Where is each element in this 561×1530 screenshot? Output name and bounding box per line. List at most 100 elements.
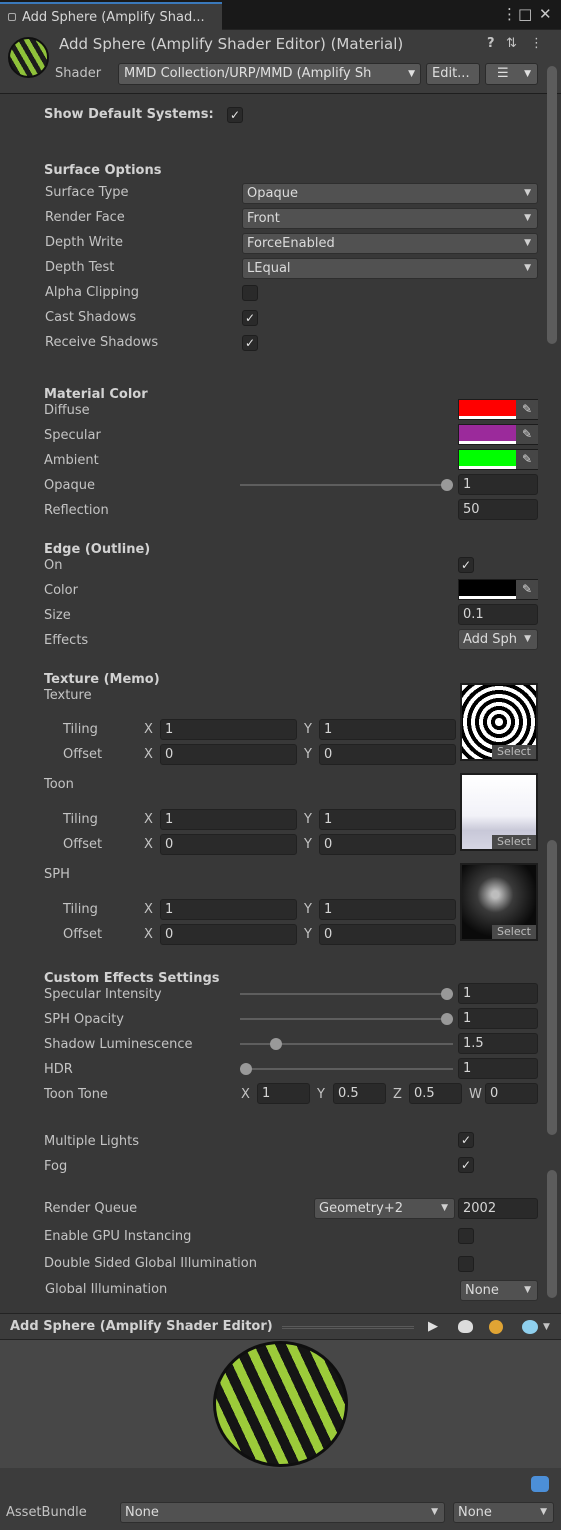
presets-icon[interactable]: ⇅ <box>506 36 517 52</box>
multiple-lights-checkbox[interactable]: ✓ <box>458 1132 474 1148</box>
background-sphere-icon[interactable] <box>522 1320 538 1334</box>
preview-drag-handle[interactable] <box>282 1326 414 1329</box>
texture-tiling-x[interactable]: 1 <box>160 719 297 740</box>
label-tag-icon[interactable] <box>531 1476 549 1492</box>
hdr-knob[interactable] <box>240 1063 252 1075</box>
material-thumbnail <box>8 37 49 78</box>
chevron-down-icon: ▼ <box>524 238 531 248</box>
toon-tone-w-label: W <box>469 1087 482 1102</box>
alpha-bar <box>459 416 516 419</box>
context-menu-icon[interactable]: ⋮ <box>530 36 543 52</box>
sph-slot[interactable]: Select <box>460 863 538 941</box>
edit-shader-button[interactable]: Edit... <box>426 63 480 85</box>
toon-offset-x[interactable]: 0 <box>160 834 297 855</box>
texture-offset-y[interactable]: 0 <box>319 744 456 765</box>
play-icon[interactable]: ▶ <box>428 1319 438 1335</box>
surface-type-dropdown[interactable]: Opaque ▼ <box>242 183 538 204</box>
opaque-field[interactable]: 1 <box>458 474 538 495</box>
depth-write-dropdown[interactable]: ForceEnabled ▼ <box>242 233 538 254</box>
gpu-instancing-checkbox[interactable] <box>458 1228 474 1244</box>
texture-offset-x[interactable]: 0 <box>160 744 297 765</box>
shader-list-button[interactable]: ☰ ▼ <box>485 63 538 85</box>
chevron-down-icon: ▼ <box>441 1203 448 1213</box>
specular-intensity-track[interactable] <box>240 993 453 995</box>
shadow-luminescence-knob[interactable] <box>270 1038 283 1050</box>
list-icon: ☰ <box>497 66 509 81</box>
cast-shadows-label: Cast Shadows <box>45 310 137 325</box>
texture-tiling-y[interactable]: 1 <box>319 719 456 740</box>
toon-label: Toon <box>44 777 74 792</box>
asset-bundle-dropdown[interactable]: None ▼ <box>120 1502 445 1523</box>
chevron-down-icon: ▼ <box>524 188 531 198</box>
edge-color-field[interactable]: ✎ <box>458 579 538 600</box>
alpha-clipping-checkbox[interactable] <box>242 285 258 301</box>
hdr-track[interactable] <box>240 1068 453 1070</box>
hdr-field[interactable]: 1 <box>458 1058 538 1079</box>
specular-intensity-field[interactable]: 1 <box>458 983 538 1004</box>
toon-tiling-y[interactable]: 1 <box>319 809 456 830</box>
reflection-field[interactable]: 50 <box>458 499 538 520</box>
scrollbar-thumb-bottom[interactable] <box>547 1170 557 1298</box>
show-default-systems-checkbox[interactable]: ✓ <box>227 107 243 123</box>
sph-offset-x[interactable]: 0 <box>160 924 297 945</box>
toon-tone-y[interactable]: 0.5 <box>333 1083 386 1104</box>
chevron-down-icon[interactable]: ▼ <box>543 1319 550 1335</box>
depth-test-dropdown[interactable]: LEqual ▼ <box>242 258 538 279</box>
eyedropper-icon[interactable]: ✎ <box>516 450 538 469</box>
maximize-icon[interactable]: □ <box>518 6 532 22</box>
toon-tone-x[interactable]: 1 <box>257 1083 310 1104</box>
cast-shadows-checkbox[interactable]: ✓ <box>242 310 258 326</box>
asset-bundle-variant-dropdown[interactable]: None ▼ <box>453 1502 554 1523</box>
specular-color-field[interactable]: ✎ <box>458 424 538 445</box>
effects-dropdown[interactable]: Add Sph ▼ <box>458 629 538 650</box>
sph-opacity-knob[interactable] <box>441 1013 453 1025</box>
toon-select-button[interactable]: Select <box>492 835 536 849</box>
toon-tiling-x[interactable]: 1 <box>160 809 297 830</box>
fog-checkbox[interactable]: ✓ <box>458 1157 474 1173</box>
preview-mesh-icon[interactable] <box>458 1320 473 1333</box>
eyedropper-icon[interactable]: ✎ <box>516 400 538 419</box>
tab-inspector[interactable]: Add Sphere (Amplify Shad... <box>0 2 222 30</box>
help-icon[interactable]: ? <box>487 36 495 52</box>
close-icon[interactable]: ✕ <box>539 6 552 22</box>
shader-value: MMD Collection/URP/MMD (Amplify Sh <box>124 66 372 81</box>
global-illumination-dropdown[interactable]: None ▼ <box>460 1280 538 1301</box>
edge-size-field[interactable]: 0.1 <box>458 604 538 625</box>
sph-offset-y[interactable]: 0 <box>319 924 456 945</box>
toon-slot[interactable]: Select <box>460 773 538 851</box>
x-label: X <box>144 902 153 917</box>
render-face-dropdown[interactable]: Front ▼ <box>242 208 538 229</box>
toon-tone-y-label: Y <box>317 1087 325 1102</box>
receive-shadows-checkbox[interactable]: ✓ <box>242 335 258 351</box>
scrollbar-thumb[interactable] <box>547 840 557 1135</box>
sph-tiling-y[interactable]: 1 <box>319 899 456 920</box>
diffuse-color-field[interactable]: ✎ <box>458 399 538 420</box>
scrollbar-thumb-top[interactable] <box>547 66 557 344</box>
opaque-slider-knob[interactable] <box>441 479 453 491</box>
shadow-luminescence-field[interactable]: 1.5 <box>458 1033 538 1054</box>
opaque-slider-track[interactable] <box>240 484 453 486</box>
sph-tiling-x[interactable]: 1 <box>160 899 297 920</box>
lighting-icon[interactable] <box>489 1320 503 1334</box>
double-sided-gi-checkbox[interactable] <box>458 1256 474 1272</box>
texture-select-button[interactable]: Select <box>492 745 536 759</box>
toon-tone-w[interactable]: 0 <box>485 1083 538 1104</box>
eyedropper-icon[interactable]: ✎ <box>516 425 538 444</box>
depth-write-label: Depth Write <box>45 235 124 250</box>
toon-tone-z[interactable]: 0.5 <box>409 1083 462 1104</box>
render-queue-field[interactable]: 2002 <box>458 1198 538 1219</box>
sph-offset-label: Offset <box>63 927 103 942</box>
specular-intensity-knob[interactable] <box>441 988 453 1000</box>
sph-opacity-track[interactable] <box>240 1018 453 1020</box>
toon-offset-y[interactable]: 0 <box>319 834 456 855</box>
sph-select-button[interactable]: Select <box>492 925 536 939</box>
preview-sphere[interactable] <box>213 1341 348 1467</box>
shader-dropdown[interactable]: MMD Collection/URP/MMD (Amplify Sh ▼ <box>118 63 421 85</box>
texture-slot[interactable]: Select <box>460 683 538 761</box>
window-menu-icon[interactable]: ⋮ <box>502 6 517 22</box>
edge-on-checkbox[interactable]: ✓ <box>458 557 474 573</box>
ambient-color-field[interactable]: ✎ <box>458 449 538 470</box>
sph-opacity-field[interactable]: 1 <box>458 1008 538 1029</box>
eyedropper-icon[interactable]: ✎ <box>516 580 538 599</box>
render-queue-dropdown[interactable]: Geometry+2 ▼ <box>314 1198 455 1219</box>
